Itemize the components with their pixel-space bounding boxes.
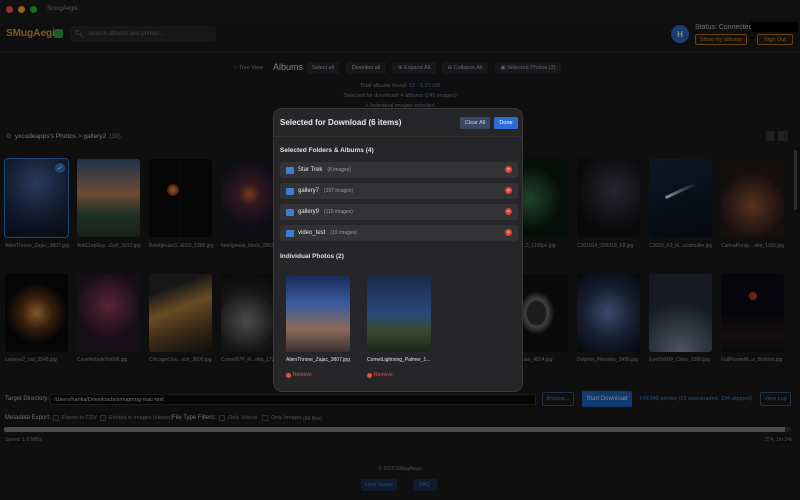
folder-row-gallery9: gallery9 (115 images) × xyxy=(280,204,518,220)
clear-all-button[interactable]: Clear All xyxy=(460,117,490,129)
folder-count: (8 images) xyxy=(327,167,351,173)
photo-name: AlienThrone_Zajac_3807.jpg xyxy=(286,357,350,363)
remove-folder-icon[interactable]: × xyxy=(505,229,512,236)
folder-name: gallery9 xyxy=(298,209,320,215)
folder-count: (107 images) xyxy=(324,188,354,194)
photos-section-title: Individual Photos (2) xyxy=(280,253,344,260)
folder-icon xyxy=(286,208,294,216)
selected-photo-card: AlienThrone_Zajac_3807.jpg Remove xyxy=(286,276,350,378)
done-button[interactable]: Done xyxy=(494,117,518,129)
folder-count: (19 images) xyxy=(330,230,357,236)
folder-row-gallery7: gallery7 (107 images) × xyxy=(280,183,518,199)
folder-name: gallery7 xyxy=(298,188,320,194)
remove-label: Remove xyxy=(374,372,393,378)
selected-download-dialog: Selected for Download (6 items) Clear Al… xyxy=(273,108,523,392)
folder-name: Star Trek xyxy=(298,167,323,173)
folder-row-star-trek: Star Trek (8 images) × xyxy=(280,162,518,178)
remove-folder-icon[interactable]: × xyxy=(505,166,512,173)
folder-row-video-test: video_test (19 images) × xyxy=(280,225,518,241)
selected-photo-card: CometLightning_Palmer_1... Remove xyxy=(367,276,431,378)
folder-icon xyxy=(286,187,294,195)
folder-icon xyxy=(286,166,294,174)
photo-thumbnail xyxy=(367,276,431,352)
folder-name: video_test xyxy=(298,230,326,236)
remove-photo-link[interactable]: Remove xyxy=(286,372,350,378)
folders-section-title: Selected Folders & Albums (4) xyxy=(280,147,374,154)
remove-photo-link[interactable]: Remove xyxy=(367,372,431,378)
remove-icon xyxy=(286,372,291,378)
photo-thumbnail xyxy=(286,276,350,352)
folder-icon xyxy=(286,229,294,237)
photo-name: CometLightning_Palmer_1... xyxy=(367,357,431,363)
dialog-header: Selected for Download (6 items) Clear Al… xyxy=(274,109,522,137)
remove-icon xyxy=(367,372,372,378)
remove-folder-icon[interactable]: × xyxy=(505,208,512,215)
remove-folder-icon[interactable]: × xyxy=(505,187,512,194)
dialog-title: Selected for Download (6 items) xyxy=(280,118,402,127)
folder-count: (115 images) xyxy=(324,209,353,215)
remove-label: Remove xyxy=(293,372,312,378)
